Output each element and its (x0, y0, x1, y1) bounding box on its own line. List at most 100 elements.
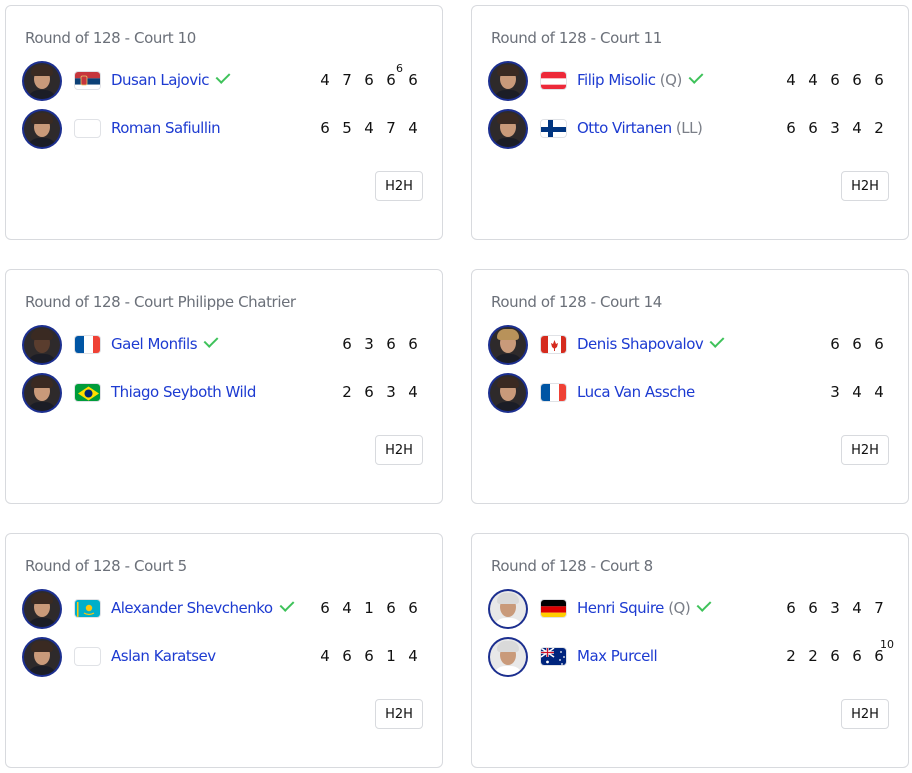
set-score: 4 (874, 383, 884, 401)
match-card: Round of 128 - Court 10 Dusan Lajovic 4 … (5, 5, 443, 240)
set-score: 6 (364, 383, 374, 401)
player-avatar[interactable] (24, 375, 60, 411)
player-name-link[interactable]: Thiago Seyboth Wild (111, 383, 256, 401)
player-name-link[interactable]: Max Purcell (577, 647, 658, 665)
set-score: 4 (786, 71, 796, 89)
set-score: 2 (342, 383, 352, 401)
france-flag-icon (74, 335, 101, 354)
set-score: 4 (408, 383, 418, 401)
match-round-court: Round of 128 - Court 10 (25, 29, 196, 47)
h2h-button[interactable]: H2H (841, 171, 889, 201)
match-round-court: Round of 128 - Court 8 (491, 557, 653, 575)
match-card: Round of 128 - Court 11 Filip Misolic (Q… (471, 5, 909, 240)
h2h-button[interactable]: H2H (375, 699, 423, 729)
set-score: 6 (852, 335, 862, 353)
match-round-court: Round of 128 - Court 14 (491, 293, 662, 311)
player-name-link[interactable]: Luca Van Assche (577, 383, 695, 401)
set-score: 6 (852, 71, 862, 89)
player-avatar[interactable] (490, 63, 526, 99)
set-scores: 2 2 6 6 6 10 (780, 638, 894, 669)
germany-flag-icon (540, 599, 567, 618)
player-row: Thiago Seyboth Wild 2 6 3 4 (24, 375, 424, 415)
player-name-link[interactable]: Denis Shapovalov (577, 333, 725, 353)
kazakhstan-flag-icon (74, 599, 101, 618)
winner-check-icon (688, 69, 704, 84)
h2h-button[interactable]: H2H (375, 435, 423, 465)
player-avatar[interactable] (24, 327, 60, 363)
set-scores: 6 6 6 (824, 335, 890, 357)
canada-flag-icon (540, 335, 567, 354)
set-score: 6 (386, 335, 396, 353)
player-name-link[interactable]: Filip Misolic (Q) (577, 69, 704, 89)
tiebreak-score: 10 (880, 638, 894, 651)
player-row: Luca Van Assche 3 4 4 (490, 375, 890, 415)
set-score: 3 (364, 335, 374, 353)
blank-flag-icon (74, 647, 101, 666)
set-score: 2 (808, 647, 818, 665)
set-score: 4 (342, 599, 352, 617)
set-score: 7 (386, 119, 396, 137)
player-avatar[interactable] (490, 375, 526, 411)
player-avatar[interactable] (24, 639, 60, 675)
set-score: 6 (320, 599, 330, 617)
set-score: 6 (408, 335, 418, 353)
player-name-link[interactable]: Dusan Lajovic (111, 69, 231, 89)
brazil-flag-icon (74, 383, 101, 402)
h2h-button[interactable]: H2H (841, 699, 889, 729)
match-card: Round of 128 - Court Philippe Chatrier G… (5, 269, 443, 504)
set-score: 7 (874, 599, 884, 617)
set-score: 6 (830, 647, 840, 665)
set-score: 6 (786, 599, 796, 617)
player-name-link[interactable]: Gael Monfils (111, 333, 219, 353)
player-avatar[interactable] (490, 591, 526, 627)
player-row: Denis Shapovalov 6 6 6 (490, 327, 890, 367)
player-row: Otto Virtanen (LL) 6 6 3 4 2 (490, 111, 890, 151)
set-score: 6 (342, 647, 352, 665)
h2h-button[interactable]: H2H (375, 171, 423, 201)
winner-check-icon (279, 597, 295, 612)
set-score: 6 (342, 335, 352, 353)
set-score: 5 (342, 119, 352, 137)
h2h-button[interactable]: H2H (841, 435, 889, 465)
set-score: 4 (320, 647, 330, 665)
match-round-court: Round of 128 - Court Philippe Chatrier (25, 293, 296, 311)
set-score: 4 (808, 71, 818, 89)
serbia-flag-icon (74, 71, 101, 90)
set-score: 6 (830, 335, 840, 353)
player-name-link[interactable]: Roman Safiullin (111, 119, 221, 137)
player-row: Max Purcell 2 2 6 6 6 10 (490, 638, 894, 679)
player-name-link[interactable]: Otto Virtanen (LL) (577, 119, 703, 137)
winner-check-icon (709, 333, 725, 348)
set-scores: 3 4 4 (824, 383, 890, 405)
player-avatar[interactable] (490, 639, 526, 675)
set-score: 4 (408, 647, 418, 665)
set-score: 6 (386, 599, 396, 617)
player-avatar[interactable] (24, 591, 60, 627)
player-name-link[interactable]: Henri Squire (Q) (577, 597, 712, 617)
player-name-link[interactable]: Aslan Karatsev (111, 647, 216, 665)
finland-flag-icon (540, 119, 567, 138)
set-score: 1 (364, 599, 374, 617)
set-scores: 6 3 6 6 (336, 335, 424, 357)
player-avatar[interactable] (24, 111, 60, 147)
player-name-link[interactable]: Alexander Shevchenko (111, 597, 295, 617)
set-scores: 2 6 3 4 (336, 383, 424, 405)
set-score: 3 (830, 383, 840, 401)
player-row: Filip Misolic (Q) 4 4 6 6 6 (490, 63, 890, 103)
set-score: 4 (852, 383, 862, 401)
set-score: 2 (874, 119, 884, 137)
set-scores: 6 6 3 4 7 (780, 599, 890, 621)
match-card: Round of 128 - Court 8 Henri Squire (Q) … (471, 533, 909, 768)
player-avatar[interactable] (490, 111, 526, 147)
austria-flag-icon (540, 71, 567, 90)
set-score: 1 (386, 647, 396, 665)
player-row: Dusan Lajovic 4 7 6 6 6 6 (24, 62, 424, 103)
player-avatar[interactable] (24, 63, 60, 99)
set-score: 6 (830, 71, 840, 89)
set-score: 6 (808, 119, 818, 137)
set-score: 6 (874, 335, 884, 353)
player-avatar[interactable] (490, 327, 526, 363)
set-score: 7 (342, 71, 352, 89)
set-scores: 6 4 1 6 6 (314, 599, 424, 621)
set-score: 6 (408, 599, 418, 617)
